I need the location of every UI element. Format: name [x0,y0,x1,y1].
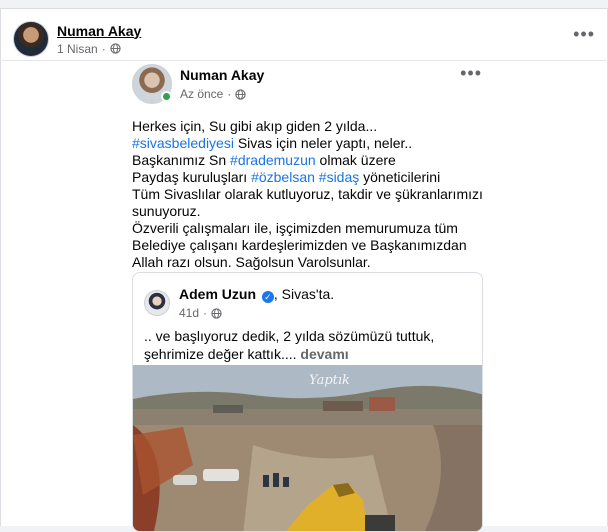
shared-author-name[interactable]: Adem Uzun [179,286,256,302]
hashtag-link[interactable]: #özbelsan [251,169,315,185]
shared-post-text: .. ve başlıyoruz dedik, 2 yılda sözümüzü… [133,325,482,363]
shared-location[interactable]: , Sivas'ta. [274,286,334,302]
post-meta: 1 Nisan · [57,42,141,56]
separator-dot: · [227,87,232,101]
post-line: Herkes için, Su gibi akıp giden 2 yılda.… [132,118,378,134]
hashtag-link[interactable]: #sivasbelediyesi [132,135,234,151]
photo-caption: Yaptık [309,373,350,388]
author-info: Numan Akay 1 Nisan · [57,23,141,56]
shared-author-info: Adem Uzun ✓, Sivas'ta. 41d · [179,286,334,320]
post-line: Tüm Sivaslılar olarak kutluyoruz, takdir… [132,186,483,219]
shared-author-line: Adem Uzun ✓, Sivas'ta. [179,286,334,303]
see-more-link[interactable]: devamı [300,346,348,362]
post-line: Paydaş kuruluşları #özbelsan #sidaş yöne… [132,169,488,186]
shared-author-avatar[interactable] [144,290,170,316]
online-status-icon [161,91,172,102]
construction-site-image [133,365,482,531]
inner-author-name[interactable]: Numan Akay [180,67,264,83]
globe-icon [211,307,222,319]
author-avatar[interactable] [13,21,49,57]
inner-post: Numan Akay Az önce · ••• Herkes için, Su… [132,62,492,271]
shared-post-age[interactable]: 41d [179,306,199,320]
post-text-fragment: Başkanımız Sn [132,152,231,168]
author-name-link[interactable]: Numan Akay [57,23,141,39]
post-body: Herkes için, Su gibi akıp giden 2 yılda.… [132,118,488,271]
more-options-icon[interactable]: ••• [460,64,482,82]
post-text-fragment: olmak üzere [315,152,396,168]
inner-post-meta: Az önce · [180,87,264,101]
post-line: Özverili çalışmaları ile, işçimizden mem… [132,220,467,270]
separator-dot: · [203,306,208,320]
inner-post-header: Numan Akay Az önce · ••• [132,62,492,106]
separator-dot: · [101,41,106,56]
globe-icon [235,88,246,100]
post-date[interactable]: 1 Nisan [57,42,98,56]
post-line: #sivasbelediyesi Sivas için neler yaptı,… [132,135,488,152]
verified-badge-icon: ✓ [261,291,274,303]
shared-post-meta: 41d · [179,306,334,320]
hashtag-link[interactable]: #drademuzun [230,152,316,168]
more-options-icon[interactable]: ••• [573,25,595,43]
outer-post-header: Numan Akay 1 Nisan · [13,19,141,59]
post-text-fragment: yöneticilerini [359,169,441,185]
shared-text-body: .. ve başlıyoruz dedik, 2 yılda sözümüzü… [144,328,435,362]
inner-author-info: Numan Akay Az önce · [180,67,264,101]
header-divider [0,60,608,61]
shared-post-header: Adem Uzun ✓, Sivas'ta. 41d · [133,281,482,325]
post-line: Başkanımız Sn #drademuzun olmak üzere [132,152,488,169]
post-text-fragment: Sivas için neler yaptı, neler.. [233,135,413,151]
post-text-fragment: Paydaş kuruluşları [132,169,252,185]
inner-author-avatar[interactable] [132,64,172,104]
shared-post-card[interactable]: Adem Uzun ✓, Sivas'ta. 41d · .. ve başlı… [132,272,483,532]
inner-post-time[interactable]: Az önce [180,87,223,101]
globe-icon [110,43,121,54]
hashtag-link[interactable]: #sidaş [319,169,359,185]
shared-post-photo[interactable]: Yaptık [133,365,482,531]
